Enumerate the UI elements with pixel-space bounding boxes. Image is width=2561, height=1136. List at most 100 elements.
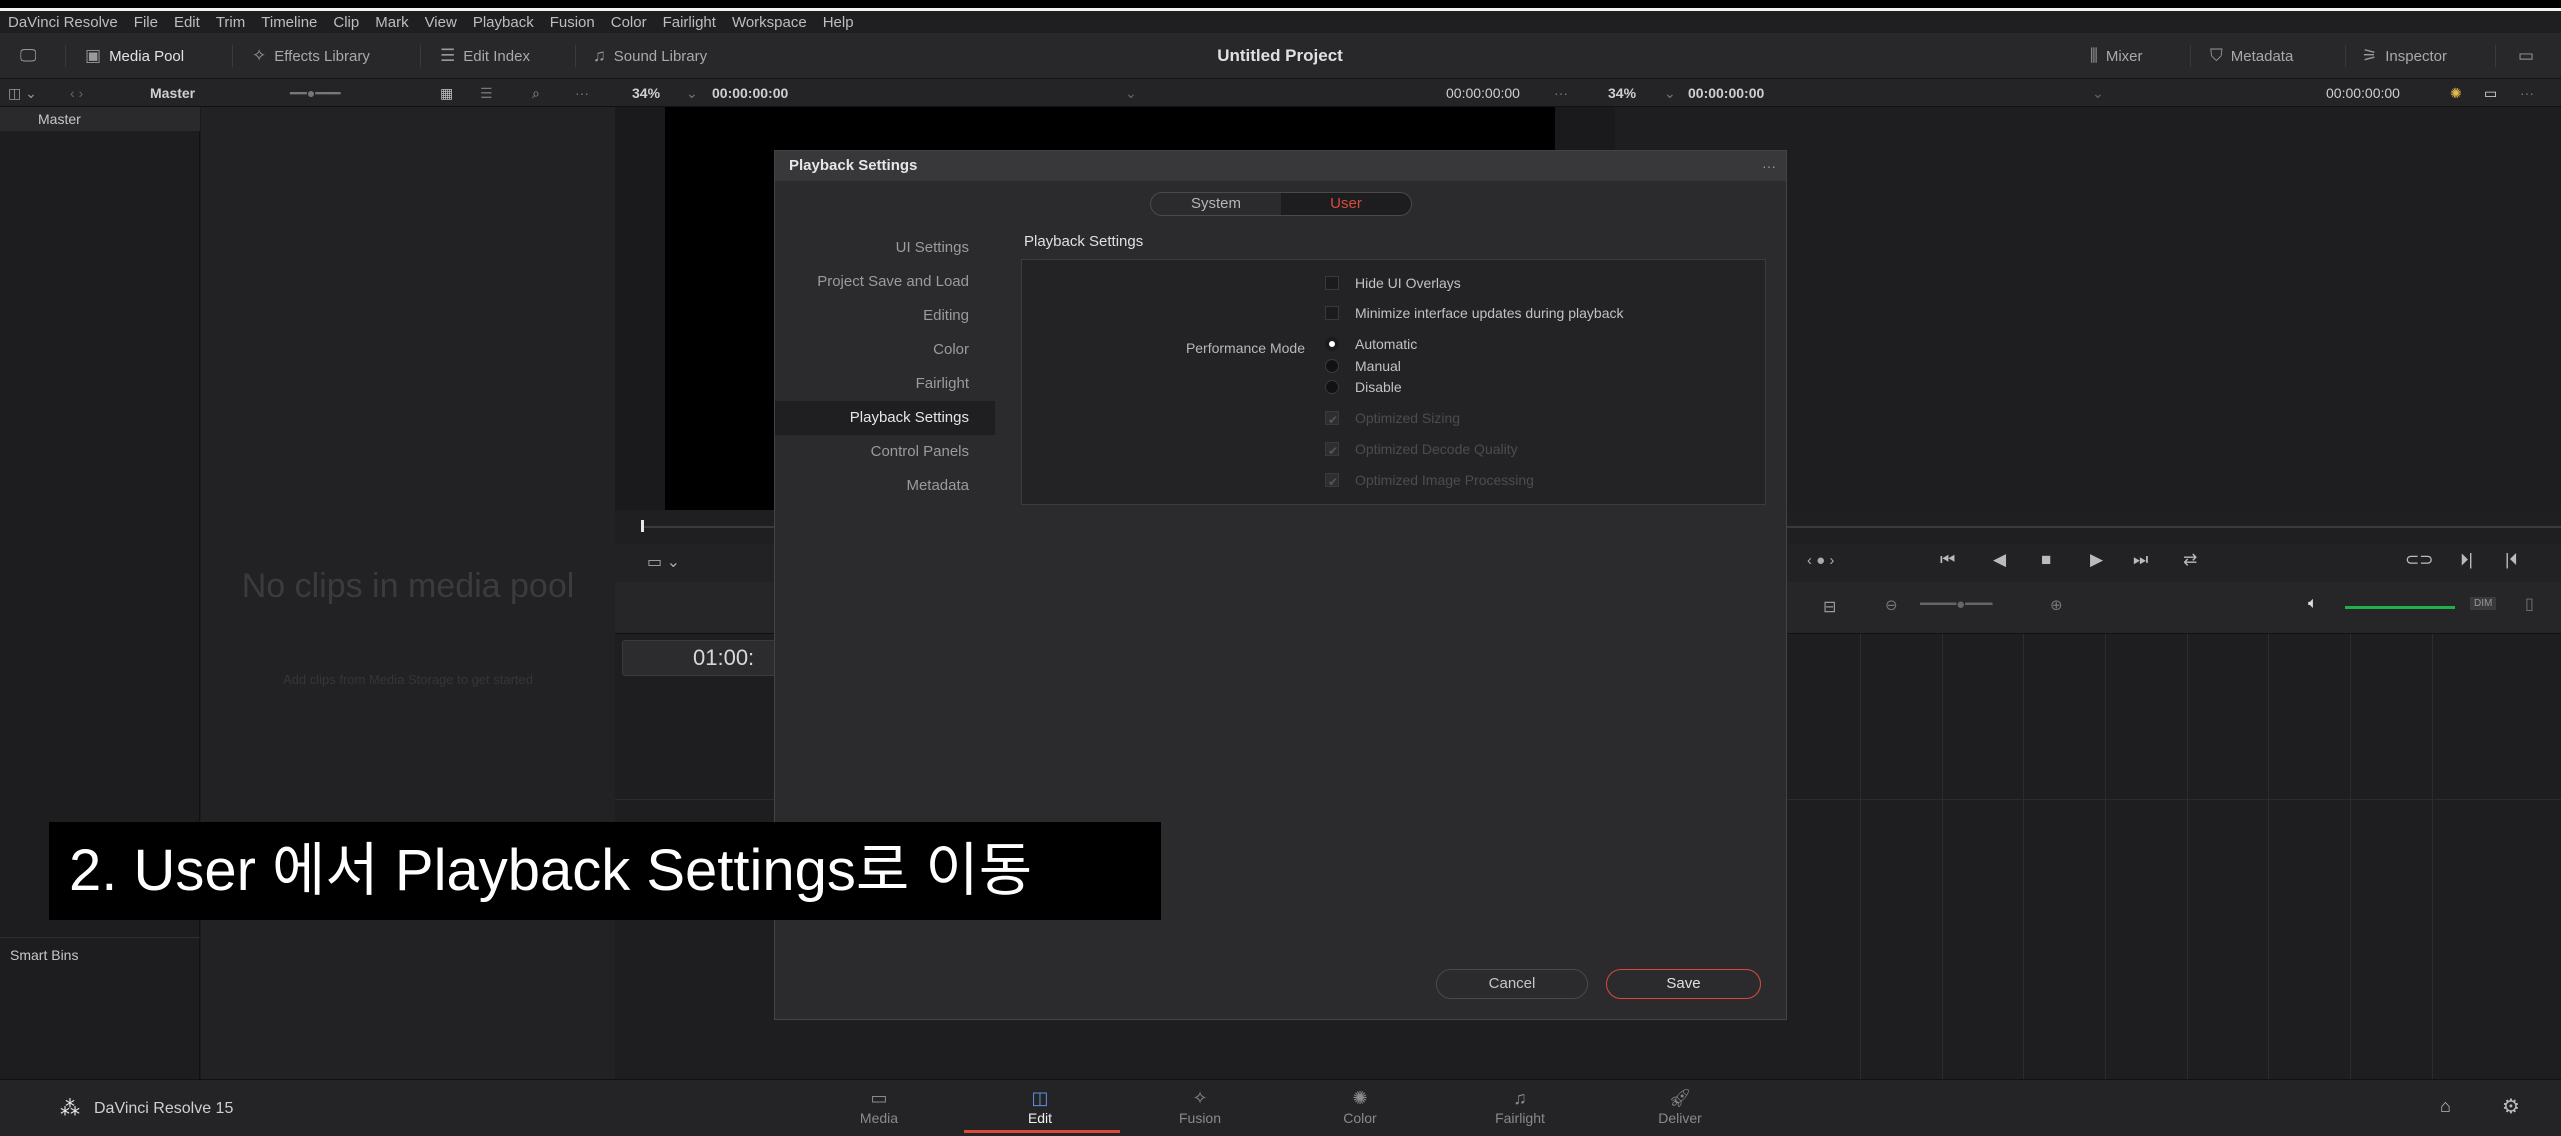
tab-system[interactable]: System — [1151, 193, 1281, 215]
zoom-out-icon[interactable]: ⊖ — [1885, 596, 1898, 614]
nav-project-save-load[interactable]: Project Save and Load — [775, 265, 995, 299]
nav-ui-settings[interactable]: UI Settings — [775, 231, 995, 265]
menu-help[interactable]: Help — [823, 14, 854, 31]
thumbnail-zoom-slider[interactable]: ━━●━━━ — [290, 79, 341, 107]
timeline-zoom-chevron-icon[interactable]: ⌄ — [1664, 79, 1676, 107]
page-bar: ⁂ DaVinci Resolve 15 ▭ Media ◫ Edit ✧ Fusio… — [0, 1079, 2561, 1136]
smart-bins-header[interactable]: Smart Bins — [0, 937, 200, 971]
timeline-zoom-slider[interactable]: ━━━━●━━━ — [1920, 595, 1992, 613]
color-wheel-icon[interactable]: ✺ — [2450, 79, 2462, 107]
mode-manual-radio[interactable] — [1325, 359, 1339, 373]
source-zoom[interactable]: 34% — [632, 79, 660, 107]
nav-control-panels[interactable]: Control Panels — [775, 435, 995, 469]
optimized-sizing-label: Optimized Sizing — [1355, 410, 1461, 426]
menu-timeline[interactable]: Timeline — [261, 14, 317, 31]
jog-icon[interactable]: ‹ ● › — [1807, 552, 1834, 569]
mode-automatic-radio[interactable] — [1325, 337, 1339, 351]
save-button[interactable]: Save — [1606, 969, 1761, 999]
playback-settings-panel: Hide UI Overlays Minimize interface upda… — [1021, 259, 1766, 505]
menu-mark[interactable]: Mark — [375, 14, 408, 31]
dim-button[interactable]: DIM — [2470, 597, 2497, 610]
grid-view-icon[interactable]: ▦ — [440, 79, 453, 107]
deliver-page-icon: 🚀︎ — [1668, 1088, 1692, 1108]
media-pool-button[interactable]: ▣ Media Pool — [85, 33, 184, 79]
viewer-options-icon[interactable]: ▭ ⌄ — [647, 552, 680, 572]
menu-edit[interactable]: Edit — [174, 14, 200, 31]
nav-arrows-icon[interactable]: ‹ › — [70, 79, 83, 107]
cancel-button[interactable]: Cancel — [1436, 969, 1588, 999]
match-frame-icon[interactable]: ⊂⊃ — [2405, 550, 2434, 570]
page-fairlight[interactable]: ♫ Fairlight — [1475, 1088, 1565, 1126]
metadata-button[interactable]: ⛉ Metadata — [2210, 33, 2293, 79]
page-media[interactable]: ▭ Media — [834, 1088, 924, 1126]
page-color[interactable]: ✺ Color — [1315, 1088, 1405, 1126]
hide-ui-overlays-label: Hide UI Overlays — [1355, 275, 1461, 291]
minimize-updates-checkbox[interactable] — [1325, 306, 1339, 320]
edit-index-button[interactable]: ☰ Edit Index — [440, 33, 530, 79]
stop-icon[interactable]: ■ — [2041, 550, 2051, 570]
page-fusion[interactable]: ✧ Fusion — [1155, 1088, 1245, 1126]
menu-fairlight[interactable]: Fairlight — [663, 14, 716, 31]
next-edit-icon[interactable]: ⏵| — [2460, 550, 2473, 570]
media-page-icon: ▭ — [870, 1088, 888, 1108]
play-reverse-icon[interactable]: ◀ — [1993, 550, 2006, 570]
menu-workspace[interactable]: Workspace — [732, 14, 807, 31]
zoom-in-icon[interactable]: ⊕ — [2050, 596, 2063, 614]
speaker-icon[interactable]: 🔈︎ — [2308, 595, 2318, 613]
settings-scope-toggle: System User — [1150, 192, 1412, 216]
nav-editing[interactable]: Editing — [775, 299, 995, 333]
play-icon[interactable]: ▶ — [2090, 550, 2103, 570]
menu-trim[interactable]: Trim — [216, 14, 245, 31]
menu-file[interactable]: File — [134, 14, 158, 31]
menu-color[interactable]: Color — [611, 14, 647, 31]
mode-disable-radio[interactable] — [1325, 380, 1339, 394]
fullscreen-button[interactable]: ▭ — [2518, 33, 2534, 79]
menu-davinci[interactable]: DaVinci Resolve — [8, 14, 118, 31]
nav-fairlight[interactable]: Fairlight — [775, 367, 995, 401]
nav-color[interactable]: Color — [775, 333, 995, 367]
master-bin[interactable]: Master — [0, 107, 200, 131]
viewer-more-icon[interactable]: ··· — [2520, 79, 2534, 107]
sound-library-label: Sound Library — [613, 47, 708, 65]
more-options-icon[interactable]: ··· — [575, 79, 589, 107]
mixer-button[interactable]: ⫼ Mixer — [2090, 33, 2143, 79]
viewer-mode-icon[interactable]: ▭ — [2484, 79, 2497, 107]
timeline-dropdown-icon[interactable]: ⌄ — [2092, 79, 2104, 107]
home-icon[interactable]: ⌂ — [2440, 1096, 2451, 1117]
timeline-timecode: 00:00:00:00 — [1688, 85, 1765, 101]
source-more-icon[interactable]: ··· — [1554, 79, 1568, 107]
track-height-icon[interactable]: ⊟ — [1823, 597, 1836, 617]
audio-meter-icon[interactable]: ▯ — [2525, 594, 2534, 614]
volume-slider[interactable] — [2345, 606, 2455, 609]
dialog-options-icon[interactable]: ··· — [1762, 151, 1776, 181]
hide-ui-overlays-checkbox[interactable] — [1325, 276, 1339, 290]
menu-playback[interactable]: Playback — [473, 14, 534, 31]
inspector-button[interactable]: ⚞ Inspector — [2362, 33, 2447, 79]
effects-library-label: Effects Library — [274, 47, 370, 65]
tab-user[interactable]: User — [1281, 193, 1411, 215]
nav-playback-settings[interactable]: Playback Settings — [775, 401, 995, 435]
loop-icon[interactable]: ⇄ — [2183, 550, 2197, 570]
page-edit[interactable]: ◫ Edit — [995, 1088, 1085, 1126]
gear-icon[interactable]: ⚙ — [2502, 1094, 2520, 1119]
timeline-zoom[interactable]: 34% — [1608, 79, 1636, 107]
dialog-title: Playback Settings — [775, 151, 1786, 181]
menu-fusion[interactable]: Fusion — [550, 14, 595, 31]
search-icon[interactable]: ⌕ — [532, 79, 540, 107]
effects-library-button[interactable]: ✧ Effects Library — [252, 33, 370, 79]
chevron-down-icon[interactable]: ⌄ — [686, 79, 698, 107]
go-to-end-icon[interactable]: ⏭ — [2133, 550, 2148, 570]
sound-library-button[interactable]: ♫ Sound Library — [593, 33, 707, 79]
prev-edit-icon[interactable]: |⏴ — [2505, 550, 2518, 570]
menu-clip[interactable]: Clip — [333, 14, 359, 31]
page-deliver[interactable]: 🚀︎ Deliver — [1635, 1088, 1725, 1126]
source-clip-dropdown-icon[interactable]: ⌄ — [1125, 79, 1137, 107]
menu-view[interactable]: View — [425, 14, 457, 31]
nav-metadata[interactable]: Metadata — [775, 469, 995, 503]
list-view-icon[interactable]: ☰ — [480, 79, 493, 107]
layout-toggle-button[interactable]: 🖵 — [20, 33, 36, 79]
panel-toggle-icon[interactable]: ◫ ⌄ — [8, 79, 37, 107]
page-media-label: Media — [859, 1110, 899, 1126]
page-edit-label: Edit — [1027, 1110, 1053, 1126]
go-to-start-icon[interactable]: ⏮ — [1940, 550, 1955, 570]
